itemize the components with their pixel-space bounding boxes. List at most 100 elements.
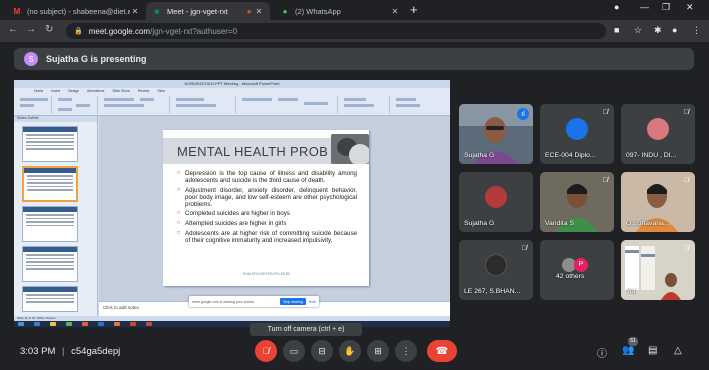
mic-off-button[interactable]: 🎙̸ xyxy=(255,340,277,362)
present-icon: ⊞ xyxy=(374,345,382,356)
activities-icon[interactable]: △ xyxy=(674,345,682,356)
ppt-editing-canvas: MENTAL HEALTH PROB Depression is the top… xyxy=(99,116,450,301)
participant-tile[interactable]: Sujatha G xyxy=(459,172,533,232)
slide-bullet: Adjustment disorder, anxiety disorder, d… xyxy=(177,187,357,208)
camera-button[interactable]: ▭ xyxy=(283,340,305,362)
tab-gmail[interactable]: M (no subject) - shabeena@diet.e… ✕ xyxy=(6,2,146,20)
address-bar[interactable]: 🔒 meet.google.com /jgn-vget-rxt?authuser… xyxy=(66,23,606,39)
tab-whatsapp[interactable]: ● (2) WhatsApp ✕ xyxy=(274,2,406,20)
mic-off-icon: 🎙̸ xyxy=(602,177,608,184)
url-host: meet.google.com xyxy=(88,26,151,36)
new-tab-button[interactable]: + xyxy=(410,3,418,17)
participant-tile[interactable]: 🎙̸ Vandita S xyxy=(540,172,614,232)
start-icon xyxy=(18,322,24,326)
profile-icon[interactable]: ● xyxy=(614,2,619,12)
slide-bullet: Completed suicides are higher in boys xyxy=(177,210,357,217)
extensions-icon[interactable]: ✱ xyxy=(654,25,662,36)
hide-button: Hide xyxy=(308,299,316,304)
participant-name: Vandita S xyxy=(545,220,574,227)
ppt-ribbon-tabs: Home Insert Design Animations Slide Show… xyxy=(34,89,165,93)
shared-screen: NORMSSCHILD.PPT Meeting - Microsoft Powe… xyxy=(14,80,450,327)
close-icon[interactable]: ✕ xyxy=(254,7,264,16)
ribbon-tab: View xyxy=(157,89,165,93)
present-now-button[interactable]: ⊞ xyxy=(367,340,389,362)
participant-count-badge: 51 xyxy=(628,337,638,346)
ribbon-tab: Slide Show xyxy=(112,89,130,93)
meeting-info: 3:03 PM | c54ga5depj xyxy=(20,346,120,357)
reload-icon[interactable]: ↻ xyxy=(45,24,53,35)
tab-meet[interactable]: ■ Meet - jgn-vget-rxt ● ✕ xyxy=(146,2,270,20)
window-close-icon[interactable]: ✕ xyxy=(686,2,694,13)
ribbon-tab: Animations xyxy=(87,89,105,93)
profile-avatar-icon[interactable]: ● xyxy=(672,25,677,35)
slide-bullet-list: Depression is the top cause of illness a… xyxy=(177,170,357,246)
participant-tile[interactable]: ıl Sujatha G xyxy=(459,104,533,164)
captions-icon: ⊟ xyxy=(318,345,326,356)
participant-tile[interactable]: 🎙̸ ECE-004 Diplo... xyxy=(540,104,614,164)
menu-dots-icon[interactable]: ⋮ xyxy=(692,25,701,36)
taskbar-app-icon xyxy=(114,322,120,326)
participant-name: ECE-004 Diplo... xyxy=(545,152,596,159)
people-icon[interactable]: 👥 xyxy=(622,345,634,356)
mic-off-icon: 🎙̸ xyxy=(602,109,608,116)
presenting-text: Sujatha G is presenting xyxy=(46,54,147,64)
close-icon[interactable]: ✕ xyxy=(390,7,400,16)
screen-share-notice: meet.google.com is sharing your screen. … xyxy=(189,296,319,307)
ribbon-group xyxy=(392,96,432,114)
slide-thumbnail xyxy=(22,166,78,202)
share-notice-text: meet.google.com is sharing your screen. xyxy=(192,299,256,304)
ribbon-tab: Home xyxy=(34,89,44,93)
participant-tile[interactable]: 🎙̸ O...Bhavana... xyxy=(621,172,695,232)
ribbon-group xyxy=(238,96,338,114)
taskbar-app-icon xyxy=(50,322,56,326)
participant-tile[interactable]: 🎙̸ 097- INDU , DI... xyxy=(621,104,695,164)
slide-thumbnail xyxy=(22,246,78,282)
camera-icon: ▭ xyxy=(289,345,299,356)
ribbon-group xyxy=(172,96,236,114)
others-tile[interactable]: P 42 others xyxy=(540,240,614,300)
participant-name: LE 267, S.BHAN... xyxy=(464,288,521,295)
presenting-banner: S Sujatha G is presenting xyxy=(14,48,694,70)
recording-dot-icon: ● xyxy=(246,6,252,16)
taskbar-app-icon xyxy=(66,322,72,326)
hangup-icon: ☎ xyxy=(435,345,449,357)
chat-icon[interactable]: ▤ xyxy=(648,345,657,356)
minimize-icon[interactable]: — xyxy=(640,2,649,12)
others-letter-avatar: P xyxy=(574,258,588,272)
browser-window: M (no subject) - shabeena@diet.e… ✕ ■ Me… xyxy=(0,0,709,370)
info-icon[interactable]: ⓘ xyxy=(597,345,607,360)
mic-off-icon: 🎙̸ xyxy=(521,245,527,252)
participant-name: Sujatha G xyxy=(464,220,495,227)
ribbon-tab: Design xyxy=(68,89,80,93)
close-icon[interactable]: ✕ xyxy=(130,7,140,16)
ppt-slide-panel: Slides Outline xyxy=(14,116,98,316)
ribbon-tab: Review xyxy=(137,89,150,93)
mic-off-icon: 🎙̸ xyxy=(683,109,689,116)
captions-button[interactable]: ⊟ xyxy=(311,340,333,362)
more-icon: ⋮ xyxy=(401,345,411,356)
ribbon-group xyxy=(100,96,170,114)
leave-call-button[interactable]: ☎ xyxy=(427,340,457,362)
participant-tile[interactable]: 🎙̸ LE 267, S.BHAN... xyxy=(459,240,533,300)
participant-name: You xyxy=(626,288,638,295)
raise-hand-button[interactable]: ✋ xyxy=(339,340,361,362)
forward-icon[interactable]: → xyxy=(26,24,36,35)
slide-bullet: Depression is the top cause of illness a… xyxy=(177,170,357,184)
maximize-icon[interactable]: ❐ xyxy=(662,2,670,13)
tab-title: (2) WhatsApp xyxy=(295,6,341,16)
more-options-button[interactable]: ⋮ xyxy=(395,340,417,362)
self-view-tile[interactable]: 🎙̸ You xyxy=(621,240,695,300)
ribbon-group xyxy=(340,96,390,114)
bookmark-star-icon[interactable]: ☆ xyxy=(634,25,642,36)
participant-avatar xyxy=(485,186,507,208)
camera-in-use-icon[interactable]: ■ xyxy=(614,25,619,35)
stop-sharing-button: Stop sharing xyxy=(280,298,306,305)
back-icon[interactable]: ← xyxy=(8,24,18,35)
meeting-code: c54ga5depj xyxy=(71,346,121,357)
ribbon-group xyxy=(16,96,52,114)
meeting-controls-bar: 3:03 PM | c54ga5depj 🎙̸ ▭ ⊟ ✋ ⊞ ⋮ ☎ ⓘ 👥 … xyxy=(0,336,709,370)
taskbar-app-icon xyxy=(146,322,152,326)
slide-bullet: Adolescents are at higher risk of commit… xyxy=(177,230,357,244)
taskbar-app-icon xyxy=(82,322,88,326)
url-path: /jgn-vget-rxt?authuser=0 xyxy=(150,26,238,36)
